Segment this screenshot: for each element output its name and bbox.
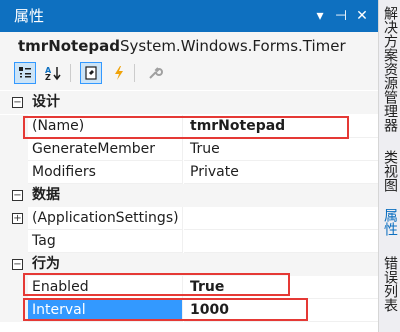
object-type: System.Windows.Forms.Timer [120,37,346,55]
properties-page-icon[interactable] [80,62,102,84]
property-name: (ApplicationSettings) [28,207,183,230]
collapse-icon[interactable]: − [12,97,23,108]
panel-title: 属性 [14,7,45,25]
property-row-applicationsettings[interactable]: + (ApplicationSettings) [0,207,378,230]
collapse-icon[interactable]: − [12,259,23,270]
property-name: Modifiers [28,161,183,184]
object-name: tmrNotepad [18,37,120,55]
highlight-box-interval [23,298,308,321]
tab-solution-explorer[interactable]: 解决方案资源管理器 [382,6,398,132]
property-name: GenerateMember [28,138,183,161]
property-row-tag[interactable]: Tag [0,230,378,253]
side-tab-strip: 解决方案资源管理器 类视图 属性 错误列表 [378,0,400,332]
highlight-box-enabled [23,273,290,296]
svg-text:Z: Z [45,73,51,81]
collapse-icon[interactable]: − [12,190,23,201]
properties-toolbar: A Z [0,59,378,89]
auto-hide-pin-icon[interactable]: ⊣ [331,6,351,26]
tab-class-view[interactable]: 类视图 [382,150,398,192]
wrench-icon[interactable] [144,62,166,84]
property-value[interactable]: Private [184,161,378,184]
highlight-box-name [23,116,349,139]
category-data[interactable]: − 数据 [0,184,378,207]
property-value[interactable]: True [184,138,378,161]
object-selector[interactable]: tmrNotepad System.Windows.Forms.Timer [0,32,378,60]
category-label: 行为 [32,256,60,272]
tab-error-list[interactable]: 错误列表 [382,256,398,312]
property-row-generatemember[interactable]: GenerateMember True [0,138,378,161]
tab-properties[interactable]: 属性 [382,208,398,236]
close-icon[interactable]: ✕ [352,6,372,26]
category-design[interactable]: − 设计 [0,91,378,114]
window-position-dropdown-icon[interactable]: ▾ [310,6,330,26]
property-value[interactable] [184,207,378,230]
categorized-icon[interactable] [14,62,36,84]
category-label: 数据 [32,187,60,203]
property-value[interactable] [184,230,378,253]
toolbar-separator [70,64,71,82]
properties-title-bar[interactable]: 属性 ▾ ⊣ ✕ [0,0,378,32]
toolbar-separator [134,64,135,82]
property-name: Tag [28,230,183,253]
expand-icon[interactable]: + [12,213,23,224]
properties-window: 属性 ▾ ⊣ ✕ tmrNotepad System.Windows.Forms… [0,0,378,332]
events-lightning-icon[interactable] [108,62,130,84]
alphabetical-icon[interactable]: A Z [42,62,64,84]
property-row-modifiers[interactable]: Modifiers Private [0,161,378,184]
category-label: 设计 [32,94,60,110]
